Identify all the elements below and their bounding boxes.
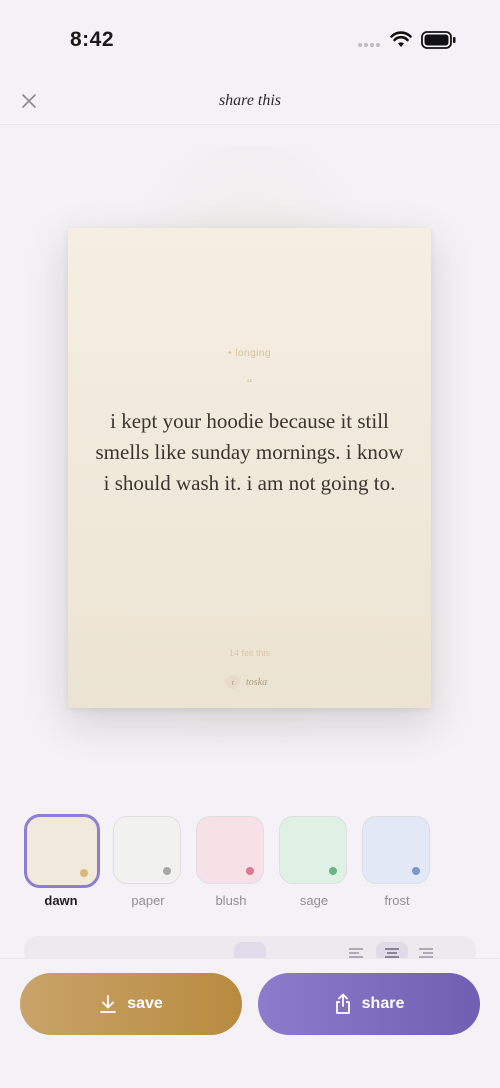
- brand-name: toska: [246, 676, 268, 688]
- signal-icon: [358, 43, 380, 47]
- card-confession-text: i kept your hoodie because it still smel…: [95, 409, 404, 495]
- share-card-preview: • longing “ i kept your hoodie because i…: [68, 228, 431, 708]
- action-bar: save share: [0, 958, 500, 1088]
- theme-label: frost: [384, 893, 410, 908]
- battery-icon: [421, 31, 456, 49]
- theme-dot: [163, 867, 171, 875]
- theme-label: blush: [215, 893, 247, 908]
- status-time: 8:42: [70, 28, 115, 51]
- theme-dot: [246, 867, 254, 875]
- theme-dot: [80, 869, 88, 877]
- theme-swatch[interactable]: [362, 816, 430, 884]
- card-felt-count: 14 felt this: [228, 648, 271, 658]
- brand-logo-icon: t: [226, 675, 240, 689]
- theme-dot: [412, 867, 420, 875]
- theme-swatch[interactable]: [113, 816, 181, 884]
- card-brand: t toska: [226, 675, 267, 689]
- share-icon: [335, 993, 350, 1014]
- download-icon: [100, 995, 117, 1013]
- theme-swatch[interactable]: [196, 816, 264, 884]
- wifi-icon: [390, 31, 412, 47]
- theme-label: sage: [299, 893, 329, 908]
- nav-bar: share this: [0, 80, 500, 125]
- theme-picker: dawn paper blush sage frost 2am: [0, 812, 500, 912]
- card-mood-tag: • longing: [227, 348, 272, 359]
- share-button[interactable]: share: [258, 973, 480, 1035]
- theme-dot: [329, 867, 337, 875]
- theme-swatch[interactable]: [279, 816, 347, 884]
- status-bar: 8:42: [0, 0, 500, 80]
- save-label: save: [127, 995, 163, 1012]
- page-title: share this: [218, 92, 282, 109]
- quote-mark: “: [246, 376, 253, 390]
- theme-label: paper: [131, 893, 165, 908]
- theme-label: dawn: [44, 893, 78, 908]
- share-label: share: [361, 995, 405, 1012]
- theme-swatch[interactable]: [24, 814, 100, 888]
- save-button[interactable]: save: [20, 973, 242, 1035]
